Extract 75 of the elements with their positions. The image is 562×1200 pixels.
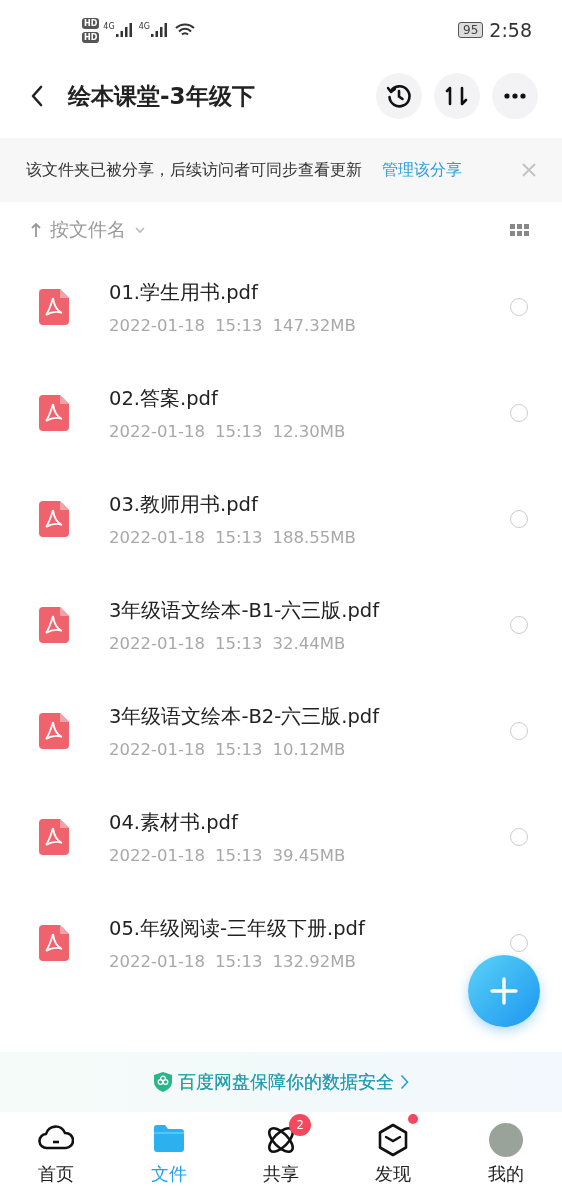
file-row[interactable]: 04.素材书.pdf 2022-01-18 15:13 39.45MB xyxy=(0,788,562,894)
chevron-down-icon xyxy=(134,226,146,234)
close-icon xyxy=(522,163,536,177)
file-time: 15:13 xyxy=(214,740,263,759)
status-time: 2:58 xyxy=(489,19,532,41)
network-label: 4G xyxy=(138,22,150,31)
file-name: 01.学生用书.pdf xyxy=(109,280,260,306)
file-date: 2022-01-18 xyxy=(109,422,205,441)
sort-arrows-icon xyxy=(445,84,469,108)
file-name: 05.年级阅读-三年级下册.pdf xyxy=(109,916,367,942)
file-row[interactable]: 3年级语文绘本-B2-六三版.pdf 2022-01-18 15:13 10.12MB xyxy=(0,682,562,788)
file-name: 04.素材书.pdf xyxy=(109,810,240,836)
tab-button[interactable]: 我的 xyxy=(460,1112,551,1196)
file-size: 188.55MB xyxy=(272,528,356,547)
file-date: 2022-01-18 xyxy=(109,952,205,971)
pdf-file-icon xyxy=(39,607,69,643)
close-button[interactable] xyxy=(522,163,536,177)
pdf-file-icon xyxy=(39,289,69,325)
sim-label: HD xyxy=(82,31,100,43)
tab-button[interactable]: 发现 xyxy=(348,1112,439,1196)
file-row[interactable]: 02.答案.pdf 2022-01-18 15:13 12.30MB xyxy=(0,364,562,470)
plus-icon xyxy=(490,977,518,1005)
file-date: 2022-01-18 xyxy=(109,634,205,653)
file-date: 2022-01-18 xyxy=(109,528,205,547)
file-size: 10.12MB xyxy=(272,740,346,759)
pdf-file-icon xyxy=(39,925,69,961)
file-time: 15:13 xyxy=(214,846,263,865)
pdf-file-icon xyxy=(39,819,69,855)
file-name: 02.答案.pdf xyxy=(109,386,220,412)
file-time: 15:13 xyxy=(214,422,263,441)
sort-button[interactable] xyxy=(434,73,480,119)
back-icon xyxy=(30,85,44,107)
file-name: 03.教师用书.pdf xyxy=(109,492,260,518)
file-row[interactable]: 01.学生用书.pdf 2022-01-18 15:13 147.32MB xyxy=(0,258,562,364)
history-icon xyxy=(386,83,412,109)
file-row[interactable]: 03.教师用书.pdf 2022-01-18 15:13 188.55MB xyxy=(0,470,562,576)
file-size: 147.32MB xyxy=(272,316,356,335)
file-size: 132.92MB xyxy=(272,952,356,971)
more-button[interactable] xyxy=(492,73,538,119)
file-date: 2022-01-18 xyxy=(109,846,205,865)
wifi-icon xyxy=(173,22,196,38)
file-name: 3年级语文绘本-B2-六三版.pdf xyxy=(109,704,381,730)
battery-indicator: 95 xyxy=(458,22,484,38)
grid-view-button[interactable] xyxy=(510,223,530,237)
grid-icon xyxy=(510,223,530,237)
file-size: 32.44MB xyxy=(272,634,346,653)
sim-label: HD xyxy=(82,17,100,29)
file-time: 15:13 xyxy=(214,316,263,335)
network-label: 4G xyxy=(103,22,115,31)
file-name: 3年级语文绘本-B1-六三版.pdf xyxy=(109,598,381,624)
more-icon xyxy=(504,93,526,99)
file-date: 2022-01-18 xyxy=(109,316,205,335)
file-time: 15:13 xyxy=(214,528,263,547)
chevron-right-icon xyxy=(399,1074,409,1090)
page-title: 绘本课堂-3年级下 xyxy=(68,81,256,111)
file-time: 15:13 xyxy=(214,634,263,653)
file-date: 2022-01-18 xyxy=(109,740,205,759)
signal-icon xyxy=(149,22,170,38)
tab-button[interactable]: 2 共享 xyxy=(235,1112,326,1196)
shield-icon xyxy=(153,1072,172,1092)
history-button[interactable] xyxy=(376,73,422,119)
file-size: 39.45MB xyxy=(272,846,346,865)
pdf-file-icon xyxy=(39,395,69,431)
file-size: 12.30MB xyxy=(272,422,346,441)
avatar-icon xyxy=(487,1122,524,1158)
file-row[interactable]: 3年级语文绘本-B1-六三版.pdf 2022-01-18 15:13 32.44MB xyxy=(0,576,562,682)
tab-button[interactable]: 首页 xyxy=(11,1112,102,1196)
pdf-file-icon xyxy=(39,501,69,537)
file-time: 15:13 xyxy=(214,952,263,971)
notification-count: 2 xyxy=(288,1114,311,1136)
pdf-file-icon xyxy=(39,713,69,749)
signal-icon xyxy=(114,22,135,38)
arrow-up-icon xyxy=(30,222,42,238)
share-notice-text: 该文件夹已被分享，后续访问者可同步查看更新 xyxy=(26,159,362,181)
add-button[interactable] xyxy=(468,955,540,1027)
